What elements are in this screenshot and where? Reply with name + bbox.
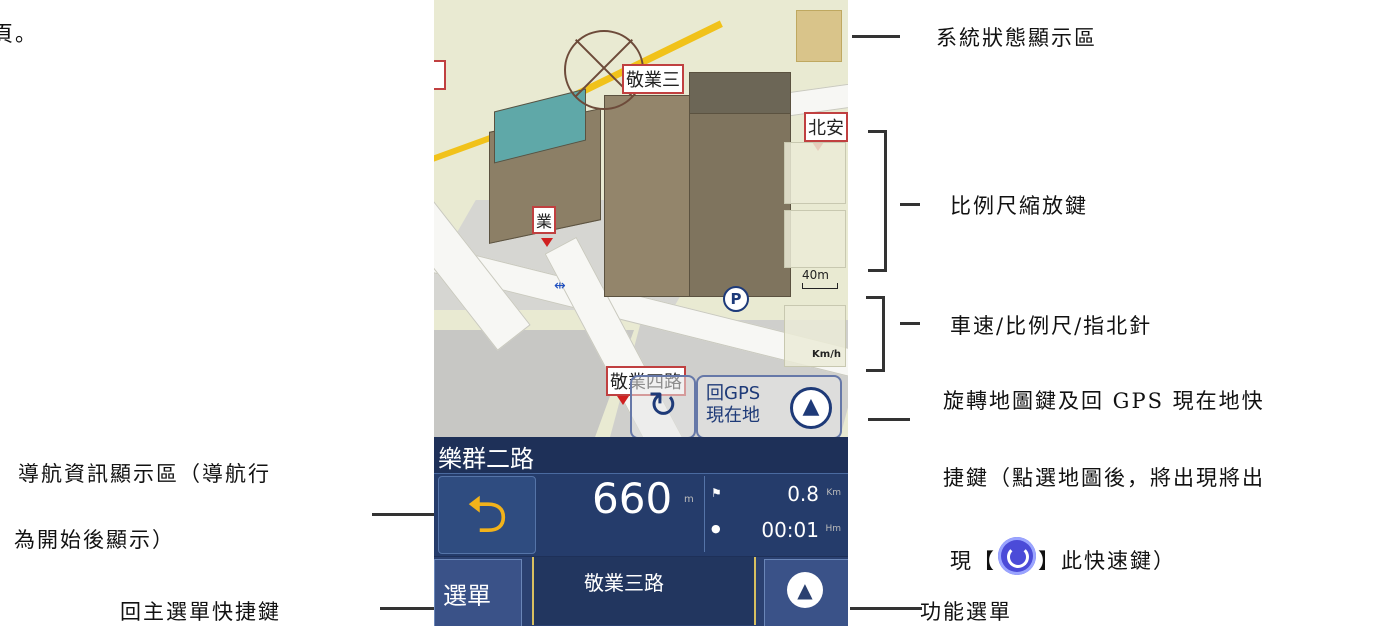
bracket-zoom — [868, 130, 887, 272]
trip-info: ⚑ 0.8 Km ● 00:01 Hm — [704, 476, 845, 552]
current-road-name: 敬業三路 — [584, 571, 664, 595]
gps-current-location-button[interactable]: 回GPS 現在地 ▲ — [696, 375, 842, 437]
flag-icon: ⚑ — [711, 486, 722, 500]
leader-line-speed — [900, 322, 920, 325]
remaining-time-unit: Hm — [825, 524, 841, 534]
annotation-status-area: 系統狀態顯示區 — [936, 26, 1097, 50]
annotation-main-menu-shortcut: 回主選單快捷鍵 — [120, 600, 281, 624]
road-label-small: 業 — [532, 206, 557, 234]
zoom-in-button[interactable] — [784, 142, 846, 204]
annotation-rotate-gps-3: 現【 】此快速鍵） — [950, 536, 1176, 575]
navigation-info-panel: 樂群二路 ⮌ 660 m ⚑ 0.8 Km ● 00:01 Hm — [434, 437, 848, 557]
next-turn-distance-unit: m — [684, 494, 694, 505]
bottom-bar: 選單 敬業三路 ▲ — [434, 557, 848, 626]
leader-line-zoom — [900, 203, 920, 206]
leader-line-function — [850, 607, 922, 610]
remaining-distance-unit: Km — [826, 488, 841, 498]
rotate-icon: ↻ — [647, 385, 679, 426]
speed-unit: Km/h — [812, 349, 841, 360]
speed-compass-panel: Km/h — [784, 305, 846, 367]
road-label-right: 北安 — [804, 112, 848, 142]
top-text-fragment: 頁。 — [0, 22, 38, 46]
annotation-function-menu: 功能選單 — [920, 600, 1012, 624]
scale-label: 40m — [802, 268, 829, 282]
label-pin — [617, 396, 629, 405]
clock-icon: ● — [711, 522, 721, 535]
leader-line-status — [852, 35, 900, 38]
map-view[interactable]: 敬業三 北安 業 敬業四路 P ⇹ 40m Km/h ↻ 回GPS 現在地 ▲ — [434, 0, 848, 437]
rotate-button-icon — [998, 536, 1036, 575]
label-pin — [541, 238, 553, 247]
annotation-zoom-keys: 比例尺縮放鍵 — [950, 194, 1088, 218]
road-label-top: 敬業三 — [622, 64, 684, 94]
annotation-speed-scale-compass: 車速/比例尺/指北針 — [950, 314, 1153, 338]
bracket-speed — [866, 296, 885, 372]
building-roof — [689, 72, 791, 114]
remaining-time: 00:01 — [761, 518, 819, 542]
system-status-area — [796, 10, 842, 62]
leader-line-nav-info — [372, 513, 434, 516]
u-turn-left-icon: ⮌ — [438, 476, 536, 554]
leader-line-main-menu — [380, 607, 434, 610]
up-triangle-icon: ▲ — [787, 572, 823, 608]
menu-button[interactable]: 選單 — [434, 559, 522, 626]
current-street-name: 樂群二路 — [438, 445, 534, 473]
function-menu-button[interactable]: ▲ — [764, 559, 848, 626]
zoom-out-button[interactable] — [784, 210, 846, 268]
current-road-display: 敬業三路 — [532, 557, 756, 625]
rotate-map-button[interactable]: ↻ — [630, 375, 696, 437]
annotation-rotate-gps-2: 捷鍵（點選地圖後，將出現將出 — [943, 466, 1265, 490]
car-position-icon: ⇹ — [554, 278, 566, 294]
compass-icon: ▲ — [790, 387, 832, 429]
building — [604, 95, 696, 297]
annotation-rotate-gps-3b: 】此快速鍵） — [1038, 549, 1176, 573]
navigation-screen: 敬業三 北安 業 敬業四路 P ⇹ 40m Km/h ↻ 回GPS 現在地 ▲ — [434, 0, 848, 626]
leader-line-rotate — [868, 418, 910, 421]
annotation-nav-info-1: 導航資訊顯示區（導航行 — [18, 462, 271, 486]
gps-button-label: 回GPS 現在地 — [706, 383, 761, 426]
scale-indicator: 40m — [802, 268, 838, 289]
annotation-rotate-gps-1: 旋轉地圖鍵及回 GPS 現在地快 — [943, 389, 1265, 413]
parking-icon: P — [723, 286, 749, 312]
next-turn-distance: 660 — [592, 474, 673, 523]
annotation-rotate-gps-3a: 現【 — [950, 549, 996, 573]
annotation-nav-info-2: 為開始後顯示） — [14, 528, 175, 552]
remaining-distance: 0.8 — [787, 482, 819, 506]
road-label-left — [434, 60, 446, 90]
menu-button-label: 選單 — [443, 582, 491, 610]
scale-bar — [802, 283, 838, 289]
navigation-info-row: ⮌ 660 m ⚑ 0.8 Km ● 00:01 Hm — [434, 473, 848, 556]
